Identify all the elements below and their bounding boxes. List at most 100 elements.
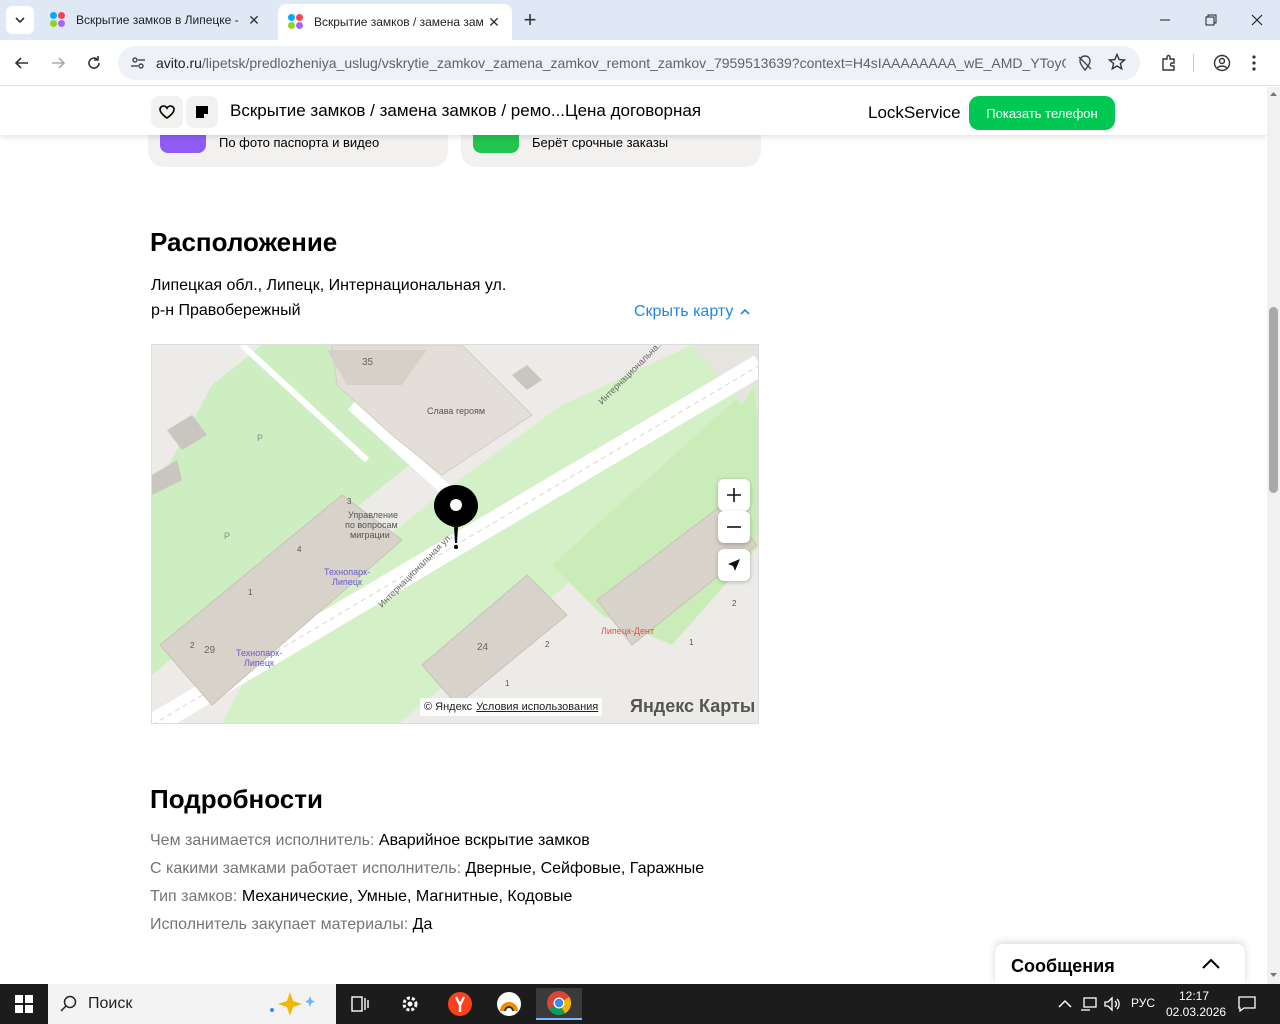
hide-map-label: Скрыть карту [634,303,734,320]
kebab-menu-icon [1252,55,1256,71]
site-settings-icon[interactable] [130,55,146,76]
dental-clinic-label: Липецк-Дент [601,626,654,636]
listing-title: Вскрытие замков / замена замков / ремо..… [230,101,566,120]
address-line: Липецкая обл., Липецк, Интернациональная… [151,277,507,294]
chrome-app-active[interactable] [536,988,582,1020]
extensions-button[interactable] [1155,49,1183,77]
scrollbar-thumb[interactable] [1269,307,1278,493]
vpn-shield-icon [497,992,521,1016]
hide-map-link[interactable]: Скрыть карту [634,303,750,321]
settings-app[interactable] [390,988,430,1020]
plus-icon [727,488,741,502]
browser-menu-button[interactable] [1240,49,1268,77]
minus-icon [727,526,741,528]
url-text[interactable]: avito.ru/lipetsk/predlozheniya_uslug/vsk… [156,55,1066,71]
detail-value: Механические, Умные, Магнитные, Кодовые [241,888,573,905]
tab-listing-search[interactable]: Вскрытие замков в Липецке - ✕ [40,4,272,36]
notifications-icon[interactable] [1238,995,1256,1013]
taskbar-search-label: Поиск [88,995,133,1012]
entrance-number: 3 [347,497,352,506]
copilot-sparkle-icon [270,992,315,1016]
url-path: /lipetsk/predlozheniya_uslug/vskrytie_za… [201,55,1066,71]
seller-name[interactable]: LockService [868,103,961,123]
toolbar-divider [1193,54,1194,72]
favorite-button[interactable] [151,96,183,128]
back-button[interactable] [8,49,36,77]
close-window-button[interactable] [1234,0,1280,40]
map-canvas[interactable]: 35 29 24 Слава героям Управление по вопро… [152,345,759,724]
messages-widget[interactable]: Сообщения [995,944,1245,984]
address-bar[interactable]: avito.ru/lipetsk/predlozheniya_uslug/vsk… [118,46,1140,80]
show-phone-button[interactable]: Показать телефон [969,96,1115,130]
details-heading: Подробности [150,784,323,814]
note-button[interactable] [186,96,218,128]
forward-button[interactable] [44,49,72,77]
detail-value: Дверные, Сейфовые, Гаражные [465,860,705,877]
browser-toolbar: avito.ru/lipetsk/predlozheniya_uslug/vsk… [0,40,1280,86]
bookmark-star-icon[interactable] [1107,52,1127,76]
task-view-button[interactable] [340,988,380,1020]
detail-row: Исполнитель закупает материалы: Да [150,916,432,934]
heart-icon [159,105,175,119]
puzzle-icon [1162,54,1175,71]
map-terms-link[interactable]: Условия использования [476,701,598,713]
detail-row: Тип замков: Механические, Умные, Магнитн… [150,888,572,906]
profile-icon [1213,54,1231,72]
network-icon[interactable] [1080,996,1098,1012]
new-tab-button[interactable]: + [518,7,542,32]
browser-tab-strip: Вскрытие замков в Липецке - ✕ Вскрытие з… [0,0,1280,40]
task-view-icon [351,996,369,1012]
profile-button[interactable] [1208,49,1236,77]
page-scrollbar[interactable] [1267,87,1280,984]
search-icon [60,995,77,1012]
url-host: avito.ru [156,55,202,71]
close-tab-icon[interactable]: ✕ [486,14,502,30]
reload-button[interactable] [80,49,108,77]
detail-label: Исполнитель закупает материалы: [150,916,409,933]
location-map[interactable]: 35 29 24 Слава героям Управление по вопро… [151,344,759,724]
page-content: По фото паспорта и видео Берёт срочные з… [0,87,1267,984]
geolocation-button[interactable] [718,549,750,581]
avito-favicon-icon [288,14,304,30]
entrance-number: 2 [545,640,550,649]
start-button[interactable] [4,988,44,1020]
note-icon [196,106,208,118]
scroll-down-icon[interactable] [1267,970,1280,980]
detail-value: Аварийное вскрытие замков [378,832,590,849]
zoom-in-button[interactable] [718,479,750,511]
zoom-out-button[interactable] [718,511,750,543]
chevron-up-icon[interactable] [1201,958,1221,970]
system-clock[interactable]: 12:17 02.03.2026 [1166,988,1226,1020]
minimize-button[interactable] [1142,0,1188,40]
scroll-up-icon[interactable] [1267,89,1280,99]
parking-label: Р [257,433,263,443]
restore-icon [1205,14,1217,26]
tray-overflow-chevron-icon[interactable] [1058,999,1072,1009]
location-blocked-icon[interactable] [1076,54,1094,77]
navigation-arrow-icon [728,559,740,571]
entrance-number: 1 [248,588,253,597]
yandex-maps-logo[interactable]: Яндекс Карты [630,696,755,717]
input-language[interactable]: РУС [1131,996,1155,1010]
house-number-24: 24 [477,642,489,653]
tab-listing-detail[interactable]: Вскрытие замков / замена зам ✕ [278,4,512,40]
yandex-browser-app[interactable] [440,988,480,1020]
close-tab-icon[interactable]: ✕ [246,12,262,28]
taskbar-search[interactable]: Поиск [48,984,336,1024]
chrome-icon [547,991,572,1016]
volume-icon[interactable] [1104,996,1122,1012]
tab-search-button[interactable] [6,6,34,34]
detail-label: С какими замками работает исполнитель: [150,860,462,877]
entrance-number: 1 [505,679,510,688]
restore-button[interactable] [1188,0,1234,40]
windows-taskbar: Поиск РУС 12:17 02.03.2026 [0,984,1280,1024]
house-number-29: 29 [204,645,216,656]
detail-row: Чем занимается исполнитель: Аварийное вс… [150,832,590,850]
avito-favicon-icon [50,12,66,28]
chevron-up-icon [740,308,750,315]
vpn-app[interactable] [489,988,529,1020]
arrow-left-icon [14,57,28,69]
monument-label: Слава героям [427,406,485,416]
sticky-listing-header: Вскрытие замков / замена замков / ремо..… [0,87,1267,135]
messages-title: Сообщения [1011,956,1115,976]
